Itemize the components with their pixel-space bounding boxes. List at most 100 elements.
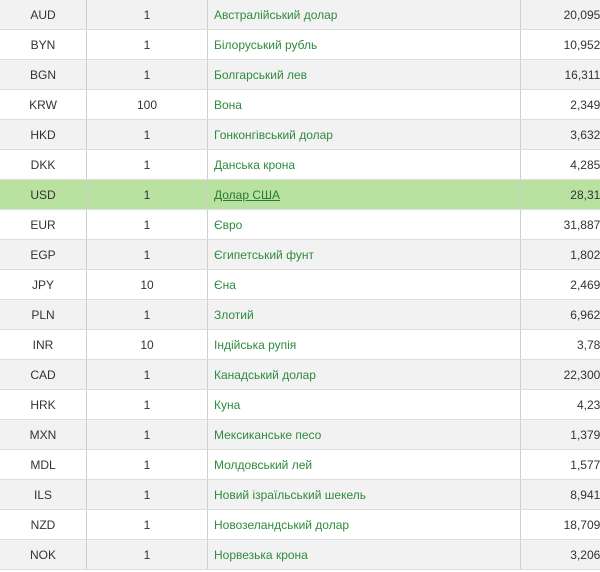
currency-code: INR — [0, 329, 87, 360]
currency-name-link[interactable]: Долар США — [214, 188, 280, 202]
exchange-rate: 22,3003 — [520, 359, 600, 390]
currency-name-link[interactable]: Новий ізраїльський шекель — [214, 488, 366, 502]
currency-name-cell: Гонконгівський долар — [207, 119, 521, 150]
currency-name-cell: Канадський долар — [207, 359, 521, 390]
currency-units: 1 — [86, 0, 208, 30]
rate-row-krw: KRW100 Вона 2,3496 — [0, 89, 600, 120]
exchange-rate: 16,3113 — [520, 59, 600, 90]
currency-name-link[interactable]: Гонконгівський долар — [214, 128, 333, 142]
currency-code: JPY — [0, 269, 87, 300]
currency-name-link[interactable]: Мексиканське песо — [214, 428, 321, 442]
currency-name-link[interactable]: Індійська рупія — [214, 338, 296, 352]
rate-row-inr: INR10 Індійська рупія 3,785 — [0, 329, 600, 360]
currency-units: 1 — [86, 239, 208, 270]
exchange-rate: 2,3496 — [520, 89, 600, 120]
currency-name-link[interactable]: Молдовський лей — [214, 458, 312, 472]
exchange-rate: 2,4694 — [520, 269, 600, 300]
rate-row-byn: BYN1 Білоруський рубль 10,9522 — [0, 29, 600, 60]
currency-code: PLN — [0, 299, 87, 330]
currency-name-link[interactable]: Австралійський долар — [214, 8, 337, 22]
exchange-rate: 1,5773 — [520, 449, 600, 480]
currency-name-link[interactable]: Канадський долар — [214, 368, 316, 382]
currency-name-cell: Білоруський рубль — [207, 29, 521, 60]
currency-units: 1 — [86, 179, 208, 210]
currency-code: CAD — [0, 359, 87, 390]
rate-row-usd: USD1 Долар США 28,318 — [0, 179, 600, 210]
currency-units: 1 — [86, 359, 208, 390]
currency-name-link[interactable]: Норвезька крона — [214, 548, 308, 562]
rate-row-aud: AUD1 Австралійський долар 20,0959 — [0, 0, 600, 30]
currency-name-cell: Долар США — [207, 179, 521, 210]
exchange-rate: 18,7097 — [520, 509, 600, 540]
currency-name-link[interactable]: Злотий — [214, 308, 254, 322]
currency-name-cell: Індійська рупія — [207, 329, 521, 360]
currency-units: 10 — [86, 269, 208, 300]
currency-units: 1 — [86, 209, 208, 240]
currency-name-link[interactable]: Болгарський лев — [214, 68, 307, 82]
exchange-rate: 10,9522 — [520, 29, 600, 60]
currency-units: 1 — [86, 299, 208, 330]
currency-code: HRK — [0, 389, 87, 420]
currency-units: 100 — [86, 89, 208, 120]
currency-units: 1 — [86, 539, 208, 570]
exchange-rates-table: AUD1Австралійський долар20,0959BYN1Білор… — [0, 0, 600, 570]
currency-code: ILS — [0, 479, 87, 510]
exchange-rate: 1,8026 — [520, 239, 600, 270]
currency-name-cell: Єгипетський фунт — [207, 239, 521, 270]
rate-row-ils: ILS1 Новий ізраїльський шекель 8,9419 — [0, 479, 600, 510]
currency-code: AUD — [0, 0, 87, 30]
rate-row-mxn: MXN1 Мексиканське песо 1,3795 — [0, 419, 600, 450]
rate-row-dkk: DKK1 Данська крона 4,2856 — [0, 149, 600, 180]
exchange-rates-body: AUD1Австралійський долар20,0959BYN1Білор… — [0, 0, 600, 570]
currency-name-link[interactable]: Куна — [214, 398, 240, 412]
currency-name-link[interactable]: Вона — [214, 98, 242, 112]
exchange-rate: 31,8875 — [520, 209, 600, 240]
rate-row-pln: PLN1 Злотий 6,9629 — [0, 299, 600, 330]
currency-name-link[interactable]: Данська крона — [214, 158, 295, 172]
currency-name-link[interactable]: Єна — [214, 278, 236, 292]
currency-code: KRW — [0, 89, 87, 120]
currency-code: EGP — [0, 239, 87, 270]
currency-name-cell: Новий ізраїльський шекель — [207, 479, 521, 510]
rate-row-egp: EGP1 Єгипетський фунт 1,8026 — [0, 239, 600, 270]
currency-code: MDL — [0, 449, 87, 480]
currency-code: EUR — [0, 209, 87, 240]
currency-units: 1 — [86, 59, 208, 90]
currency-code: NZD — [0, 509, 87, 540]
currency-units: 10 — [86, 329, 208, 360]
currency-name-cell: Вона — [207, 89, 521, 120]
currency-name-cell: Молдовський лей — [207, 449, 521, 480]
exchange-rate: 20,0959 — [520, 0, 600, 30]
currency-units: 1 — [86, 149, 208, 180]
exchange-rate: 28,318 — [520, 179, 600, 210]
currency-units: 1 — [86, 29, 208, 60]
currency-name-link[interactable]: Білоруський рубль — [214, 38, 317, 52]
currency-name-cell: Болгарський лев — [207, 59, 521, 90]
currency-name-cell: Куна — [207, 389, 521, 420]
rate-row-nzd: NZD1 Новозеландський долар 18,7097 — [0, 509, 600, 540]
currency-units: 1 — [86, 479, 208, 510]
rate-row-eur: EUR1 Євро 31,8875 — [0, 209, 600, 240]
currency-name-cell: Єна — [207, 269, 521, 300]
rate-row-mdl: MDL1 Молдовський лей 1,5773 — [0, 449, 600, 480]
exchange-rate: 3,785 — [520, 329, 600, 360]
currency-code: BGN — [0, 59, 87, 90]
currency-units: 1 — [86, 389, 208, 420]
currency-name-cell: Норвезька крона — [207, 539, 521, 570]
currency-code: HKD — [0, 119, 87, 150]
currency-name-link[interactable]: Єгипетський фунт — [214, 248, 314, 262]
currency-units: 1 — [86, 119, 208, 150]
rate-row-jpy: JPY10 Єна 2,4694 — [0, 269, 600, 300]
currency-name-cell: Австралійський долар — [207, 0, 521, 30]
currency-name-link[interactable]: Євро — [214, 218, 242, 232]
currency-code: BYN — [0, 29, 87, 60]
exchange-rate: 6,9629 — [520, 299, 600, 330]
rate-row-cad: CAD1 Канадський долар 22,3003 — [0, 359, 600, 390]
rate-row-nok: NOK1 Норвезька крона 3,2062 — [0, 539, 600, 570]
currency-name-cell: Євро — [207, 209, 521, 240]
exchange-rate: 3,2062 — [520, 539, 600, 570]
exchange-rate: 4,236 — [520, 389, 600, 420]
currency-units: 1 — [86, 419, 208, 450]
rate-row-hrk: HRK1 Куна 4,236 — [0, 389, 600, 420]
currency-name-link[interactable]: Новозеландський долар — [214, 518, 349, 532]
